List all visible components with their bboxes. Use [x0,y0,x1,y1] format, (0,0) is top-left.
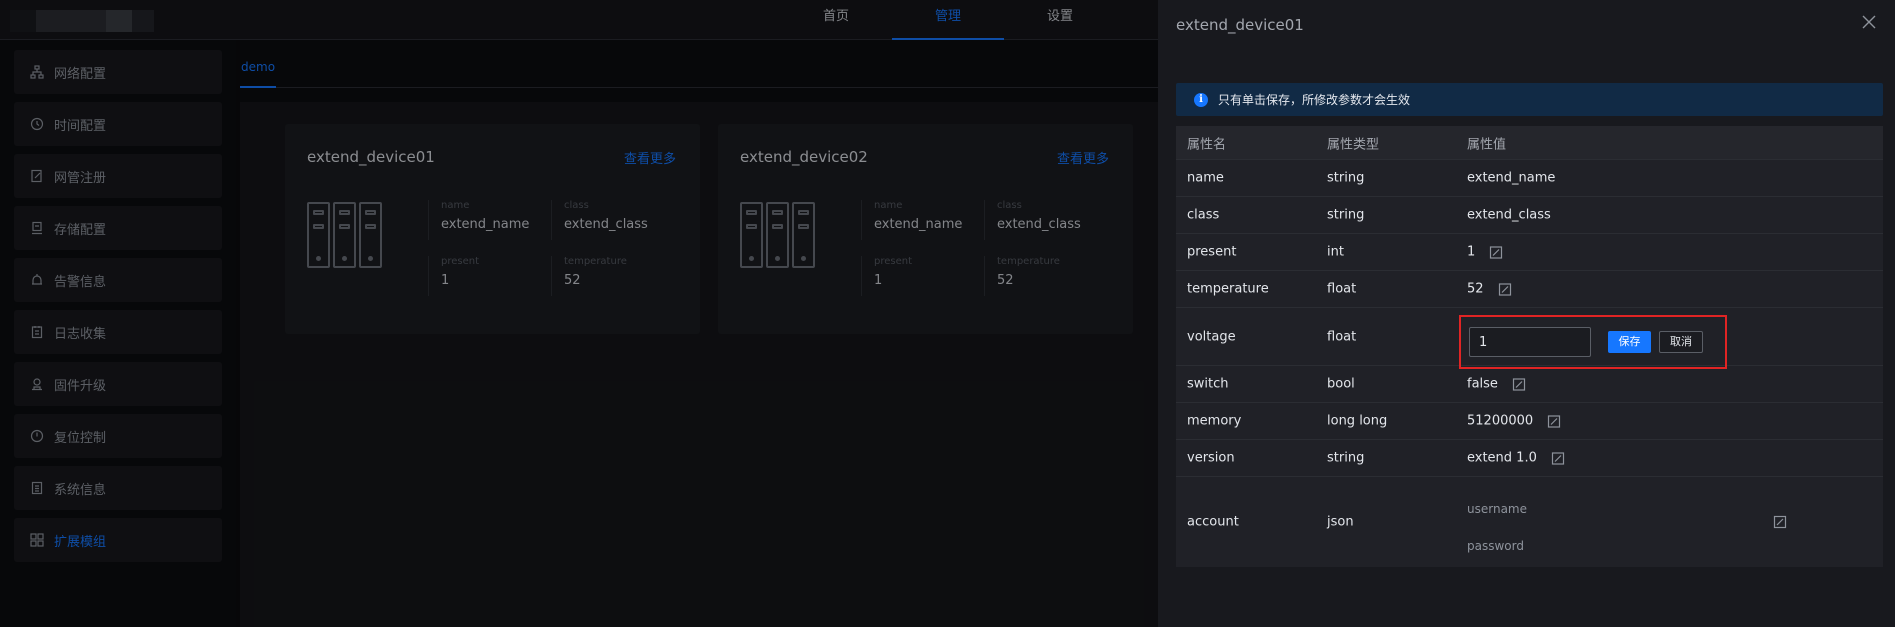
table-header: 属性名 属性类型 属性值 [1176,126,1883,160]
attribute-table: 属性名 属性类型 属性值 name string extend_name cla… [1176,126,1883,567]
inline-edit-highlight: 保存 取消 [1459,315,1727,369]
account-fields: username password [1467,491,1527,565]
notice-text: 只有单击保存，所修改参数才会生效 [1218,93,1411,107]
detail-drawer: extend_device01 i 只有单击保存，所修改参数才会生效 属性名 属… [1158,0,1895,627]
edit-icon[interactable] [1512,377,1526,391]
table-row: class string extend_class [1176,197,1883,234]
table-row-account: account json username password [1176,477,1883,567]
table-row: switch bool false [1176,366,1883,403]
edit-icon[interactable] [1498,282,1512,296]
cancel-button[interactable]: 取消 [1659,331,1703,353]
save-button[interactable]: 保存 [1608,331,1651,353]
table-row: memory long long 51200000 [1176,403,1883,440]
edit-icon[interactable] [1489,245,1503,259]
save-notice: i 只有单击保存，所修改参数才会生效 [1176,83,1883,116]
drawer-mask[interactable] [0,0,1158,627]
close-icon[interactable] [1859,12,1879,32]
table-row: name string extend_name [1176,160,1883,197]
table-row: temperature float 52 [1176,271,1883,308]
info-icon: i [1194,92,1208,107]
header-type: 属性类型 [1327,137,1380,152]
username-placeholder: username [1467,502,1527,516]
table-row: version string extend 1.0 [1176,440,1883,477]
table-row: present int 1 [1176,234,1883,271]
edit-icon[interactable] [1551,451,1565,465]
drawer-title: extend_device01 [1176,16,1304,34]
edit-icon[interactable] [1773,515,1787,529]
header-name: 属性名 [1187,137,1227,152]
header-value: 属性值 [1467,137,1507,152]
table-row-editing: voltage float 保存 取消 [1176,308,1883,369]
app-root: 首页 管理 设置 网络配置 时间配置 网管注册 存储配置 告警信息 日志收集 固… [0,0,1895,627]
voltage-input[interactable] [1469,327,1591,357]
password-placeholder: password [1467,539,1524,553]
edit-icon[interactable] [1547,414,1561,428]
